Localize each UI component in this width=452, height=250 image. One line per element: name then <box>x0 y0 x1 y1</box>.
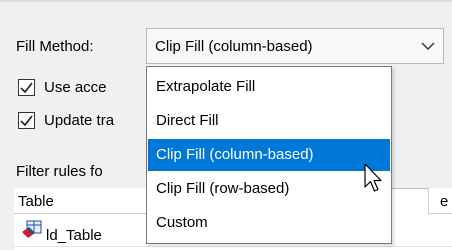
checkbox-update-tra[interactable] <box>18 112 35 129</box>
checkbox-use-acce-label: Use acce <box>44 79 107 96</box>
table-row-name[interactable]: ld_Table <box>46 227 102 244</box>
mouse-pointer-icon <box>364 163 386 199</box>
fill-method-selected-value: Clip Fill (column-based) <box>155 38 313 55</box>
table-icon <box>20 219 44 245</box>
chevron-down-icon[interactable] <box>413 29 443 63</box>
top-border <box>0 0 452 2</box>
dropdown-option-direct-fill[interactable]: Direct Fill <box>148 105 390 137</box>
fill-method-label: Fill Method: <box>16 38 94 55</box>
filter-rules-label: Filter rules fo <box>16 163 103 180</box>
fill-method-dropdown-list[interactable]: Extrapolate Fill Direct Fill Clip Fill (… <box>146 66 392 244</box>
dropdown-option-clip-fill-row[interactable]: Clip Fill (row-based) <box>148 173 390 205</box>
table-column-header-label: Table <box>18 193 54 210</box>
dropdown-option-extrapolate-fill[interactable]: Extrapolate Fill <box>148 71 390 103</box>
checkbox-use-acce[interactable] <box>18 79 35 96</box>
second-column-header-label: e <box>440 193 449 210</box>
checkbox-update-tra-label: Update tra <box>44 112 115 129</box>
checkmark-icon <box>20 115 33 127</box>
checkmark-icon <box>20 82 33 94</box>
dropdown-option-clip-fill-column[interactable]: Clip Fill (column-based) <box>148 139 390 171</box>
dropdown-option-custom[interactable]: Custom <box>148 207 390 239</box>
row-divider <box>14 246 452 247</box>
fill-method-combobox[interactable]: Clip Fill (column-based) <box>146 28 444 64</box>
